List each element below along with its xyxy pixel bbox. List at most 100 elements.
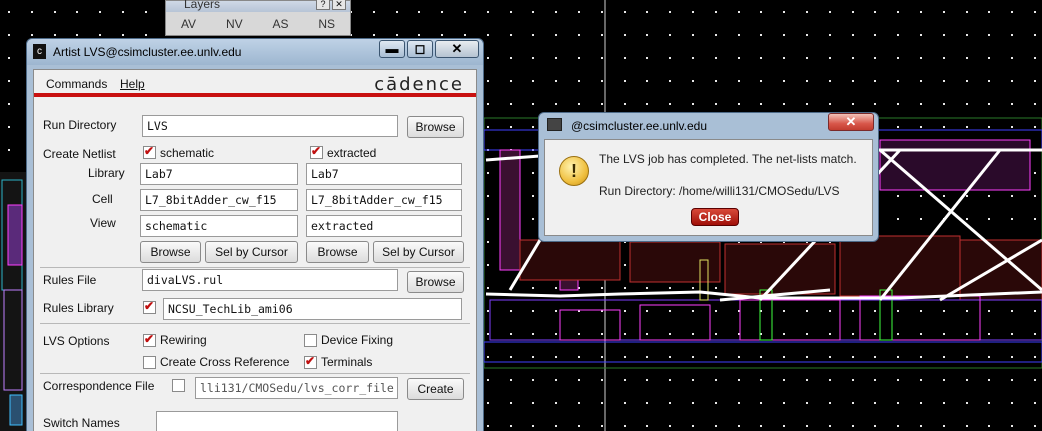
grid-dot bbox=[8, 11, 10, 13]
rewiring-label: Rewiring bbox=[160, 333, 207, 347]
grid-dot bbox=[510, 310, 512, 312]
run-directory-browse-button[interactable]: Browse bbox=[407, 116, 464, 138]
grid-dot bbox=[920, 379, 922, 381]
grid-dot bbox=[669, 287, 671, 289]
grid-dot bbox=[669, 379, 671, 381]
extracted-sel-by-cursor-button[interactable]: Sel by Cursor bbox=[373, 241, 464, 263]
grid-dot bbox=[874, 34, 876, 36]
grid-dot bbox=[760, 11, 762, 13]
grid-dot bbox=[806, 11, 808, 13]
grid-dot bbox=[532, 356, 534, 358]
layers-help-button[interactable]: ? bbox=[316, 0, 330, 10]
run-directory-label: Run Directory bbox=[43, 118, 117, 132]
lvs-title-bar[interactable]: c Artist LVS@csimcluster.ee.unlv.edu ▬ ◻… bbox=[27, 39, 483, 65]
grid-dot bbox=[715, 11, 717, 13]
device-fixing-checkbox[interactable] bbox=[304, 334, 317, 347]
grid-dot bbox=[464, 11, 466, 13]
dialog-close-x-button[interactable]: ✕ bbox=[828, 113, 874, 131]
rules-file-field[interactable]: divaLVS.rul bbox=[142, 269, 398, 291]
rules-library-field[interactable]: NCSU_TechLib_ami06 bbox=[163, 298, 462, 320]
layers-tab-av[interactable]: AV bbox=[181, 17, 196, 31]
grid-dot bbox=[510, 103, 512, 105]
grid-dot bbox=[1034, 333, 1036, 335]
grid-dot bbox=[897, 356, 899, 358]
grid-dot bbox=[487, 287, 489, 289]
extracted-view-field[interactable]: extracted bbox=[306, 215, 462, 237]
grid-dot bbox=[966, 402, 968, 404]
minimize-button[interactable]: ▬ bbox=[379, 40, 405, 58]
schematic-cell-field[interactable]: L7_8bitAdder_cw_f15 bbox=[140, 189, 298, 211]
grid-dot bbox=[624, 80, 626, 82]
window-close-button[interactable]: ✕ bbox=[435, 40, 479, 58]
schematic-library-field[interactable]: Lab7 bbox=[140, 163, 298, 185]
grid-dot bbox=[897, 218, 899, 220]
extracted-browse-button[interactable]: Browse bbox=[306, 241, 369, 263]
extracted-checkbox[interactable] bbox=[310, 144, 323, 159]
grid-dot bbox=[715, 57, 717, 59]
grid-dot bbox=[487, 218, 489, 220]
create-cross-reference-checkbox[interactable] bbox=[143, 356, 156, 369]
schematic-checkbox[interactable] bbox=[143, 144, 156, 159]
grid-dot bbox=[624, 425, 626, 427]
grid-dot bbox=[669, 103, 671, 105]
correspondence-file-checkbox[interactable] bbox=[172, 379, 185, 392]
grid-dot bbox=[852, 425, 854, 427]
grid-dot bbox=[8, 34, 10, 36]
layers-close-button[interactable]: ✕ bbox=[332, 0, 346, 10]
grid-dot bbox=[829, 425, 831, 427]
grid-dot bbox=[1034, 80, 1036, 82]
maximize-button[interactable]: ◻ bbox=[407, 40, 433, 58]
rules-file-browse-button[interactable]: Browse bbox=[407, 271, 464, 293]
grid-dot bbox=[920, 402, 922, 404]
menu-help[interactable]: Help bbox=[120, 77, 145, 91]
switch-names-field[interactable] bbox=[156, 411, 398, 431]
grid-dot bbox=[874, 333, 876, 335]
grid-dot bbox=[897, 425, 899, 427]
grid-dot bbox=[601, 11, 603, 13]
grid-dot bbox=[487, 11, 489, 13]
grid-dot bbox=[669, 425, 671, 427]
grid-dot bbox=[1011, 310, 1013, 312]
grid-dot bbox=[966, 333, 968, 335]
grid-dot bbox=[31, 11, 33, 13]
grid-dot bbox=[601, 34, 603, 36]
grid-dot bbox=[624, 287, 626, 289]
layers-tab-ns[interactable]: NS bbox=[318, 17, 335, 31]
grid-dot bbox=[578, 402, 580, 404]
grid-dot bbox=[624, 402, 626, 404]
terminals-checkbox[interactable] bbox=[304, 354, 317, 369]
grid-dot bbox=[920, 57, 922, 59]
grid-dot bbox=[555, 333, 557, 335]
grid-dot bbox=[8, 80, 10, 82]
grid-dot bbox=[487, 195, 489, 197]
extracted-library-field[interactable]: Lab7 bbox=[306, 163, 462, 185]
grid-dot bbox=[852, 356, 854, 358]
section-divider bbox=[40, 323, 470, 324]
menu-commands[interactable]: Commands bbox=[46, 77, 107, 91]
schematic-sel-by-cursor-button[interactable]: Sel by Cursor bbox=[205, 241, 298, 263]
correspondence-file-field[interactable]: lli131/CMOSedu/lvs_corr_file bbox=[195, 377, 398, 399]
grid-dot bbox=[852, 310, 854, 312]
grid-dot bbox=[943, 356, 945, 358]
grid-dot bbox=[487, 356, 489, 358]
layers-tab-as[interactable]: AS bbox=[272, 17, 288, 31]
extracted-cell-field[interactable]: L7_8bitAdder_cw_f15 bbox=[306, 189, 462, 211]
schematic-browse-button[interactable]: Browse bbox=[140, 241, 201, 263]
grid-dot bbox=[966, 425, 968, 427]
grid-dot bbox=[920, 126, 922, 128]
schematic-view-field[interactable]: schematic bbox=[140, 215, 298, 237]
rewiring-checkbox[interactable] bbox=[143, 332, 156, 347]
layers-tab-nv[interactable]: NV bbox=[226, 17, 243, 31]
run-directory-field[interactable]: LVS bbox=[142, 115, 398, 137]
grid-dot bbox=[852, 11, 854, 13]
grid-dot bbox=[510, 126, 512, 128]
dialog-close-button[interactable]: Close bbox=[691, 208, 739, 226]
grid-dot bbox=[988, 103, 990, 105]
lvs-options-label: LVS Options bbox=[43, 334, 110, 348]
rules-library-checkbox[interactable] bbox=[143, 299, 156, 314]
dialog-title-bar[interactable]: @csimcluster.ee.unlv.edu ✕ bbox=[539, 113, 878, 137]
grid-dot bbox=[988, 80, 990, 82]
grid-dot bbox=[760, 425, 762, 427]
correspondence-create-button[interactable]: Create bbox=[407, 378, 464, 400]
switch-names-label: Switch Names bbox=[43, 416, 120, 430]
